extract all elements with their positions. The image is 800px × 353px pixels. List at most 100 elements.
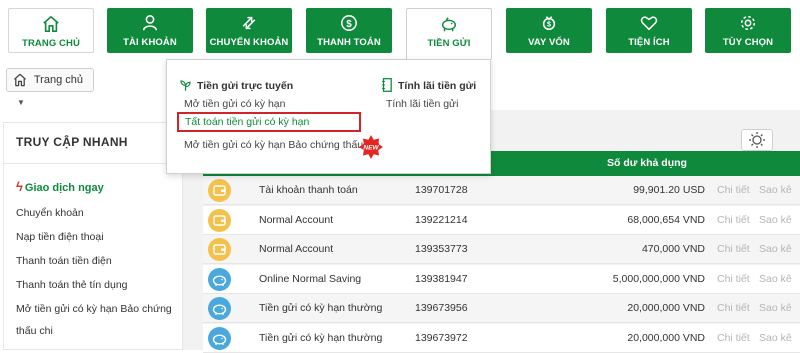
sidebar-item-phone-topup[interactable]: Nạp tiền điện thoại bbox=[16, 231, 104, 243]
account-balance: 470,000 VND bbox=[641, 243, 705, 256]
detail-link[interactable]: Chi tiết bbox=[717, 332, 750, 344]
account-name: Tài khoản thanh toán bbox=[259, 184, 358, 196]
nav-payment-label: THANH TOÁN bbox=[317, 37, 381, 48]
settings-icon bbox=[740, 15, 756, 31]
nav-loan-button[interactable]: $ VAY VỐN bbox=[506, 8, 592, 53]
table-row[interactable]: Tiền gửi có kỳ hạn thường 139673972 20,000… bbox=[203, 324, 800, 353]
svg-text:$: $ bbox=[547, 20, 551, 29]
nav-utilities-button[interactable]: TIỆN ÍCH bbox=[606, 8, 692, 53]
brightness-toggle-button[interactable] bbox=[741, 129, 773, 151]
sidebar-title: TRUY CẬP NHANH bbox=[16, 135, 128, 149]
nav-transfer-label: CHUYỂN KHOẢN bbox=[209, 37, 289, 48]
statement-link[interactable]: Sao kê bbox=[759, 332, 792, 344]
nav-deposit-button[interactable]: TIỀN GỬI bbox=[406, 8, 492, 60]
new-badge: NEW bbox=[359, 135, 383, 159]
online-deposit-heading: Tiền gửi trực tuyến bbox=[197, 80, 294, 92]
nav-options-button[interactable]: TÙY CHỌN bbox=[705, 8, 791, 53]
piggy-bank-icon bbox=[208, 327, 231, 350]
nav-utilities-label: TIỆN ÍCH bbox=[628, 37, 670, 48]
sun-icon bbox=[749, 132, 765, 148]
top-navigation: TRANG CHỦ TÀI KHOẢN CHUYỂN KHOẢN $ THANH… bbox=[0, 0, 800, 60]
account-number: 139381947 bbox=[415, 272, 468, 285]
lightning-icon: ϟ bbox=[16, 179, 23, 194]
wallet-icon bbox=[208, 238, 231, 262]
heart-icon bbox=[640, 16, 658, 31]
statement-link[interactable]: Sao kê bbox=[759, 273, 792, 285]
account-number: 139701728 bbox=[415, 184, 468, 196]
sidebar-divider bbox=[4, 163, 182, 164]
deposit-dropdown-menu: Tiền gửi trực tuyến Mở tiền gửi có kỳ hạ… bbox=[166, 59, 491, 174]
statement-link[interactable]: Sao kê bbox=[759, 184, 792, 196]
detail-link[interactable]: Chi tiết bbox=[717, 243, 750, 255]
notebook-icon bbox=[382, 78, 392, 92]
piggy-bank-icon bbox=[208, 297, 231, 321]
svg-text:NEW: NEW bbox=[363, 144, 379, 151]
nav-options-label: TÙY CHỌN bbox=[722, 37, 774, 48]
nav-payment-button[interactable]: $ THANH TOÁN bbox=[306, 8, 392, 53]
sidebar-item-electricity[interactable]: Thanh toán tiền điện bbox=[16, 255, 112, 267]
detail-link[interactable]: Chi tiết bbox=[717, 302, 750, 314]
detail-link[interactable]: Chi tiết bbox=[717, 184, 750, 196]
account-name: Normal Account bbox=[259, 243, 334, 256]
nav-deposit-label: TIỀN GỬI bbox=[427, 38, 471, 49]
nav-account-button[interactable]: TÀI KHOẢN bbox=[107, 8, 193, 53]
account-number: 139673956 bbox=[415, 302, 468, 315]
account-balance: 99,901.20 USD bbox=[633, 184, 705, 196]
account-balance: 5,000,000,000 VND bbox=[612, 272, 705, 285]
detail-link[interactable]: Chi tiết bbox=[717, 214, 750, 226]
nav-transfer-button[interactable]: CHUYỂN KHOẢN bbox=[206, 8, 292, 53]
table-row[interactable]: Normal Account 139353773 470,000 VND Chi ti… bbox=[203, 235, 800, 265]
statement-link[interactable]: Sao kê bbox=[759, 214, 792, 226]
quick-access-sidebar: TRUY CẬP NHANH ϟ Giao dịch ngay Chuyển kh… bbox=[3, 122, 183, 350]
loan-icon: $ bbox=[542, 16, 556, 31]
account-balance: 20,000,000 VND bbox=[627, 332, 705, 344]
wallet-icon bbox=[208, 208, 231, 232]
transfer-icon bbox=[242, 16, 256, 30]
nav-account-label: TÀI KHOẢN bbox=[123, 37, 177, 48]
menu-open-overdraft-deposit[interactable]: Mở tiền gửi có kỳ hạn Bảo chứng thấu chi bbox=[184, 139, 379, 151]
nav-home-label: TRANG CHỦ bbox=[22, 38, 80, 49]
highlight-box: Tất toán tiền gửi có kỳ hạn bbox=[177, 112, 361, 132]
sidebar-section-label: Giao dịch ngay bbox=[24, 182, 104, 194]
sidebar-section-header: ϟ Giao dịch ngay bbox=[16, 179, 104, 194]
nav-loan-label: VAY VỐN bbox=[528, 37, 570, 48]
account-number: 139673972 bbox=[415, 332, 468, 344]
menu-settle-term-deposit[interactable]: Tất toán tiền gửi có kỳ hạn bbox=[179, 114, 359, 130]
wallet-icon bbox=[208, 179, 231, 202]
balance-column-header: Số dư khả dụng bbox=[607, 157, 687, 169]
menu-interest-calc[interactable]: Tính lãi tiền gửi bbox=[386, 98, 458, 110]
table-row[interactable]: Normal Account 139221214 68,000,654 VND Chi… bbox=[203, 205, 800, 235]
menu-open-term-deposit[interactable]: Mở tiền gửi có kỳ hạn bbox=[184, 98, 285, 110]
statement-link[interactable]: Sao kê bbox=[759, 243, 792, 255]
interest-calc-heading: Tính lãi tiền gửi bbox=[398, 80, 477, 92]
breadcrumb-label: Trang chủ bbox=[33, 74, 83, 86]
account-name: Tiền gửi có kỳ hạn thường bbox=[259, 302, 383, 315]
nav-home-button[interactable]: TRANG CHỦ bbox=[8, 8, 94, 53]
piggy-bank-icon bbox=[441, 17, 457, 32]
detail-link[interactable]: Chi tiết bbox=[717, 273, 750, 285]
sidebar-item-credit-card[interactable]: Thanh toán thẻ tín dụng bbox=[16, 279, 128, 291]
statement-link[interactable]: Sao kê bbox=[759, 302, 792, 314]
table-row[interactable]: Tài khoản thanh toán 139701728 99,901.20 U… bbox=[203, 176, 800, 205]
dollar-icon: $ bbox=[341, 15, 357, 31]
account-name: Online Normal Saving bbox=[259, 272, 362, 285]
account-balance: 20,000,000 VND bbox=[627, 302, 705, 315]
svg-text:$: $ bbox=[346, 19, 352, 30]
sidebar-item-transfer[interactable]: Chuyển khoản bbox=[16, 207, 84, 219]
account-number: 139221214 bbox=[415, 213, 468, 226]
account-number: 139353773 bbox=[415, 243, 468, 256]
table-row[interactable]: Online Normal Saving 139381947 5,000,000,0… bbox=[203, 264, 800, 294]
plant-icon bbox=[180, 80, 191, 91]
sidebar-item-overdraft-deposit[interactable]: Mở tiền gửi có kỳ hạn Bảo chứng bbox=[16, 303, 172, 315]
home-icon bbox=[43, 15, 59, 33]
chevron-down-icon: ▼ bbox=[17, 98, 25, 107]
account-name: Tiền gửi có kỳ hạn thường bbox=[259, 332, 383, 344]
breadcrumb-home-select[interactable]: Trang chủ ▼ bbox=[6, 68, 94, 107]
sidebar-item-overdraft-deposit-cont[interactable]: thấu chi bbox=[16, 325, 53, 337]
account-balance: 68,000,654 VND bbox=[627, 213, 705, 226]
piggy-bank-icon bbox=[208, 267, 231, 291]
user-icon bbox=[142, 15, 158, 31]
home-icon bbox=[13, 73, 27, 87]
account-name: Normal Account bbox=[259, 213, 334, 226]
table-row[interactable]: Tiền gửi có kỳ hạn thường 139673956 20,000… bbox=[203, 294, 800, 324]
